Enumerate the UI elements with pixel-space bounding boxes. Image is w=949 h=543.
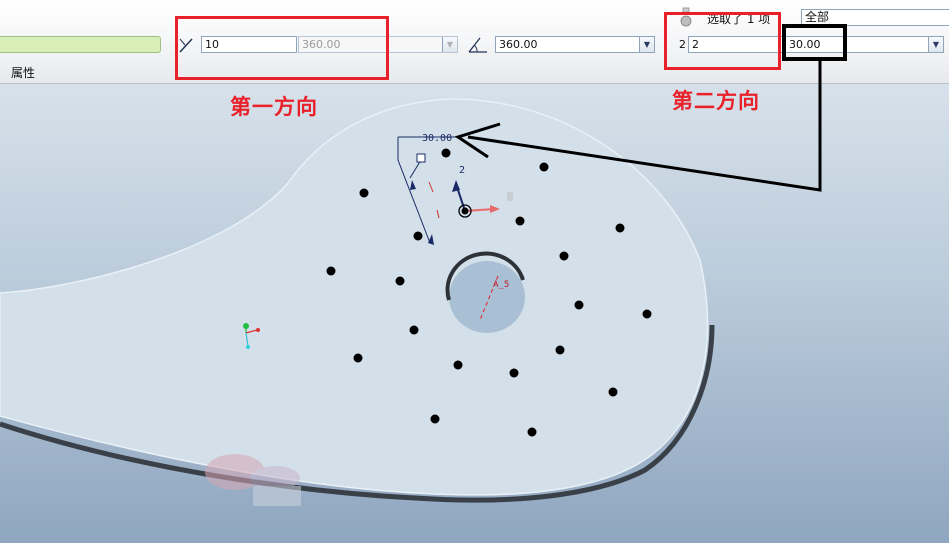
axis-label: A_5 (493, 280, 509, 290)
pattern-hole (515, 216, 525, 226)
pattern-hole (441, 148, 451, 158)
pattern-hole (409, 325, 419, 335)
pattern-hole (359, 188, 369, 198)
pattern-hole (395, 276, 405, 286)
pattern-hole (509, 368, 519, 378)
pattern-hole (326, 266, 336, 276)
dimension-angle-value[interactable]: 30.00 (422, 133, 452, 144)
pattern-hole (413, 231, 423, 241)
highlight-dir2-angle (782, 24, 847, 61)
pattern-hole (559, 251, 569, 261)
center-hole (449, 261, 525, 333)
pattern-hole (430, 414, 440, 424)
highlight-direction1 (175, 16, 389, 80)
highlight-direction2 (664, 12, 781, 70)
pattern-hole (608, 387, 618, 397)
pattern-hole (453, 360, 463, 370)
pattern-hole (555, 345, 565, 355)
model-canvas[interactable]: A_5 30.00 2 (0, 0, 949, 543)
pattern-hole (615, 223, 625, 233)
pattern-hole (642, 309, 652, 319)
pattern-hole (353, 353, 363, 363)
pattern-hole (527, 427, 537, 437)
pattern-hole (539, 162, 549, 172)
pattern-hole (574, 300, 584, 310)
dimension-count-value[interactable]: 2 (459, 165, 465, 176)
direction1-annotation: 第一方向 (230, 95, 318, 119)
direction2-annotation: 第二方向 (672, 89, 760, 113)
